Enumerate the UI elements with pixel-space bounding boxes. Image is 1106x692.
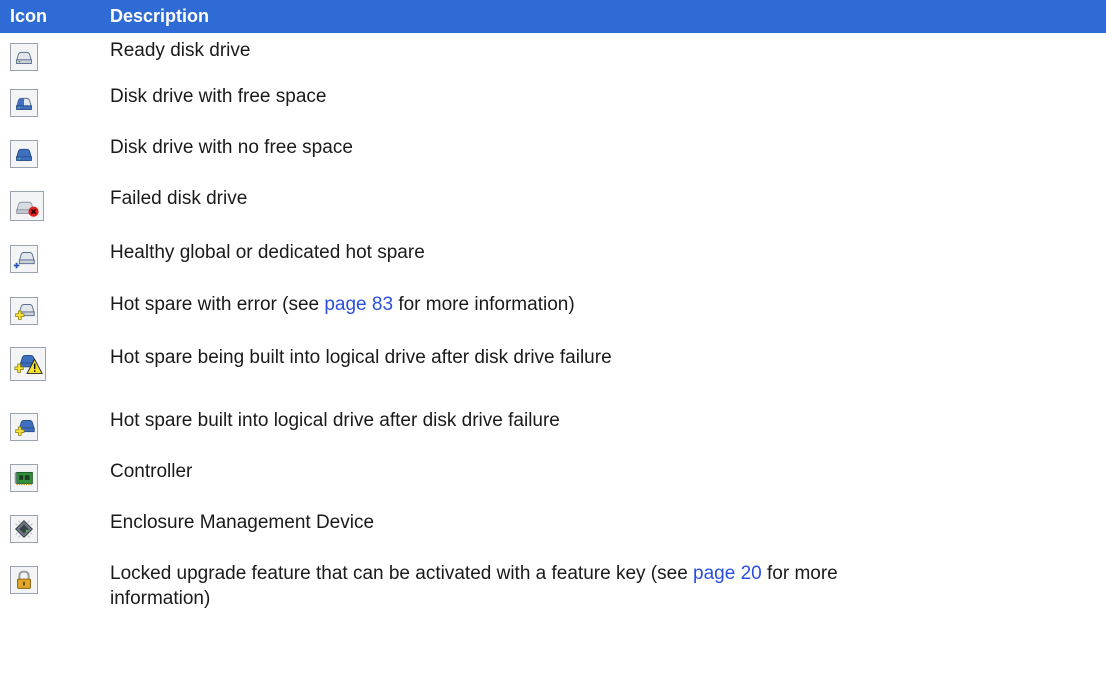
table-row: Disk drive with free space — [0, 79, 1106, 130]
table-row: Enclosure Management Device — [0, 505, 1106, 556]
failed-disk-drive-icon — [10, 191, 44, 221]
row-description: Hot spare being built into logical drive… — [110, 347, 612, 368]
icon-legend-table: Icon Description Ready disk drive Disk d… — [0, 0, 1106, 642]
controller-icon — [10, 464, 38, 492]
disk-no-free-space-icon — [10, 140, 38, 168]
row-description: Failed disk drive — [110, 188, 248, 209]
row-description: Hot spare with error (see page 83 for mo… — [110, 294, 575, 315]
enclosure-management-device-icon — [10, 515, 38, 543]
header-icon: Icon — [10, 6, 48, 26]
hot-spare-building-icon — [10, 347, 46, 381]
table-row: Ready disk drive — [0, 33, 1106, 79]
hot-spare-error-icon — [10, 297, 38, 325]
row-description: Ready disk drive — [110, 40, 251, 61]
table-row: Hot spare built into logical drive after… — [0, 403, 1106, 454]
table-row: Hot spare with error (see page 83 for mo… — [0, 287, 1106, 340]
header-description: Description — [110, 6, 210, 26]
healthy-hot-spare-icon — [10, 245, 38, 273]
lock-icon — [10, 566, 38, 594]
row-description: Enclosure Management Device — [110, 512, 375, 533]
page-83-link[interactable]: page 83 — [324, 294, 393, 315]
disk-free-space-icon — [10, 89, 38, 117]
table-row: Healthy global or dedicated hot spare — [0, 235, 1106, 287]
table-row: Disk drive with no free space — [0, 130, 1106, 181]
table-row: Locked upgrade feature that can be activ… — [0, 556, 1106, 642]
row-description: Healthy global or dedicated hot spare — [110, 242, 425, 263]
table-row: Failed disk drive — [0, 181, 1106, 235]
row-description: Disk drive with free space — [110, 86, 327, 107]
row-description: Locked upgrade feature that can be activ… — [110, 563, 838, 609]
row-description: Disk drive with no free space — [110, 137, 353, 158]
hot-spare-built-icon — [10, 413, 38, 441]
table-row: Hot spare being built into logical drive… — [0, 340, 1106, 403]
row-description: Controller — [110, 461, 193, 482]
table-header: Icon Description — [0, 0, 1106, 33]
page-20-link[interactable]: page 20 — [693, 563, 762, 584]
ready-disk-drive-icon — [10, 43, 38, 71]
table-row: Controller — [0, 454, 1106, 505]
row-description: Hot spare built into logical drive after… — [110, 410, 560, 431]
